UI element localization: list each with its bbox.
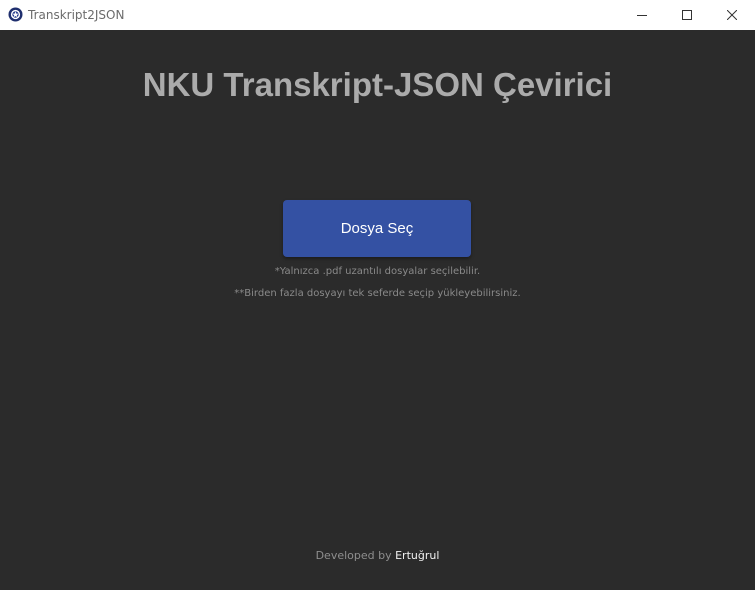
select-file-button[interactable]: Dosya Seç [283,200,471,257]
close-icon [726,10,737,20]
page-title: NKU Transkript-JSON Çevirici [142,66,613,103]
title-bar[interactable]: Transkript2JSON [0,0,755,30]
footer-credit: Developed by Ertuğrul [0,549,755,562]
close-button[interactable] [709,0,754,30]
maximize-icon [681,10,692,20]
minimize-icon [636,15,647,16]
maximize-button[interactable] [664,0,709,30]
minimize-button[interactable] [619,0,664,30]
globe-logo-icon [8,7,23,22]
multiple-files-note: **Birden fazla dosyayı tek seferde seçip… [234,288,521,299]
app-window: Transkript2JSON NKU Transkript-JSON Çevi… [0,0,755,590]
window-title: Transkript2JSON [28,8,125,22]
author-name: Ertuğrul [395,549,440,562]
pdf-only-note: *Yalnızca .pdf uzantılı dosyalar seçileb… [274,266,481,277]
developed-by-label: Developed by [315,549,392,562]
